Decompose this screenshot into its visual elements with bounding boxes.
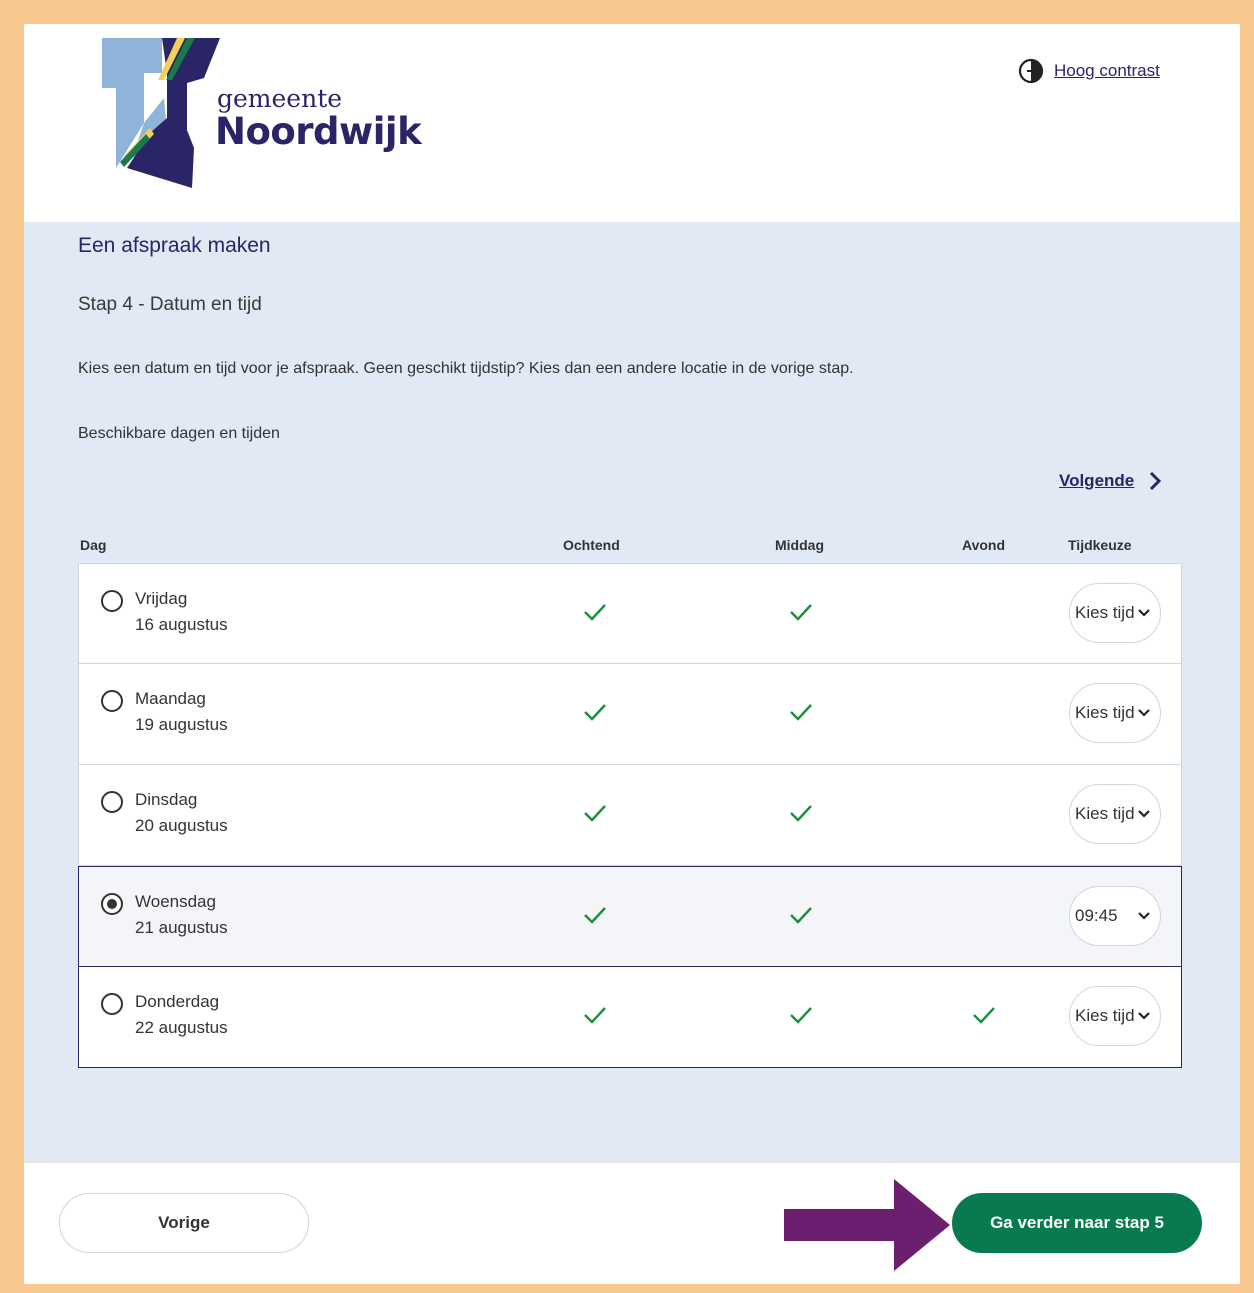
day-name: Vrijdag [135, 589, 188, 608]
page-title: Een afspraak maken [78, 234, 271, 257]
day-radio[interactable] [101, 993, 123, 1015]
logo-text-gemeente: gemeente [217, 84, 343, 113]
available-afternoon-check-icon [790, 704, 812, 721]
availability-table: Vrijdag 16 augustus Kies tijd Maandag 19 aug… [78, 563, 1182, 1068]
col-header-day: Dag [80, 537, 107, 553]
col-header-afternoon: Middag [775, 537, 824, 553]
available-afternoon-check-icon [790, 907, 812, 924]
available-morning-check-icon [584, 1007, 606, 1024]
time-select-value: Kies tijd [1075, 603, 1135, 622]
day-row[interactable]: Woensdag 21 augustus 09:45 [78, 866, 1182, 967]
appointment-main: Een afspraak maken Stap 4 - Datum en tij… [24, 222, 1240, 1162]
chevron-down-icon [1138, 709, 1150, 717]
available-morning-check-icon [584, 604, 606, 621]
col-header-morning: Ochtend [563, 537, 620, 553]
chevron-down-icon [1138, 1012, 1150, 1020]
day-name: Woensdag [135, 892, 216, 911]
chevron-right-icon [1150, 471, 1162, 491]
day-row[interactable]: Maandag 19 augustus Kies tijd [78, 664, 1182, 765]
day-row[interactable]: Donderdag 22 augustus Kies tijd [78, 967, 1182, 1068]
available-afternoon-check-icon [790, 805, 812, 822]
day-row[interactable]: Vrijdag 16 augustus Kies tijd [78, 563, 1182, 664]
high-contrast-link[interactable]: Hoog contrast [1054, 61, 1160, 81]
time-select[interactable]: 09:45 [1069, 886, 1161, 946]
available-afternoon-check-icon [790, 1007, 812, 1024]
day-date: 19 augustus [135, 715, 228, 734]
day-row[interactable]: Dinsdag 20 augustus Kies tijd [78, 765, 1182, 866]
chevron-down-icon [1138, 810, 1150, 818]
header: gemeente Noordwijk Hoog contrast [24, 24, 1240, 222]
time-select[interactable]: Kies tijd [1069, 986, 1161, 1046]
chevron-down-icon [1138, 912, 1150, 920]
continue-step-5-button[interactable]: Ga verder naar stap 5 [952, 1193, 1202, 1253]
logo-text-noordwijk: Noordwijk [215, 110, 422, 153]
available-morning-check-icon [584, 805, 606, 822]
next-week-label[interactable]: Volgende [1059, 471, 1134, 491]
available-afternoon-check-icon [790, 604, 812, 621]
step-title: Stap 4 - Datum en tijd [78, 294, 262, 315]
col-header-time-choice: Tijdkeuze [1068, 537, 1132, 553]
day-radio[interactable] [101, 690, 123, 712]
time-select-value: 09:45 [1075, 906, 1118, 925]
time-select[interactable]: Kies tijd [1069, 683, 1161, 743]
day-date: 21 augustus [135, 918, 228, 937]
day-name: Dinsdag [135, 790, 198, 809]
day-date: 20 augustus [135, 816, 228, 835]
available-morning-check-icon [584, 704, 606, 721]
time-select-value: Kies tijd [1075, 703, 1135, 722]
previous-button[interactable]: Vorige [59, 1193, 309, 1253]
contrast-icon [1018, 58, 1044, 84]
annotation-arrow-icon [784, 1179, 950, 1271]
available-label: Beschikbare dagen en tijden [78, 425, 280, 442]
day-name: Maandag [135, 689, 206, 708]
time-select[interactable]: Kies tijd [1069, 583, 1161, 643]
time-select-value: Kies tijd [1075, 804, 1135, 823]
day-radio[interactable] [101, 590, 123, 612]
intro-text: Kies een datum en tijd voor je afspraak.… [78, 360, 854, 377]
time-select[interactable]: Kies tijd [1069, 784, 1161, 844]
page-frame: gemeente Noordwijk Hoog contrast Een afs… [24, 24, 1240, 1284]
footer-nav: Vorige Ga verder naar stap 5 [24, 1162, 1240, 1284]
col-header-evening: Avond [962, 537, 1006, 553]
chevron-down-icon [1138, 609, 1150, 617]
day-radio[interactable] [101, 893, 123, 915]
high-contrast-toggle[interactable]: Hoog contrast [1018, 58, 1160, 84]
available-morning-check-icon [584, 907, 606, 924]
day-date: 22 augustus [135, 1018, 228, 1037]
available-evening-check-icon [973, 1007, 995, 1024]
day-date: 16 augustus [135, 615, 228, 634]
day-name: Donderdag [135, 992, 220, 1011]
next-week-link[interactable]: Volgende [1059, 470, 1162, 492]
day-radio[interactable] [101, 791, 123, 813]
time-select-value: Kies tijd [1075, 1006, 1135, 1025]
